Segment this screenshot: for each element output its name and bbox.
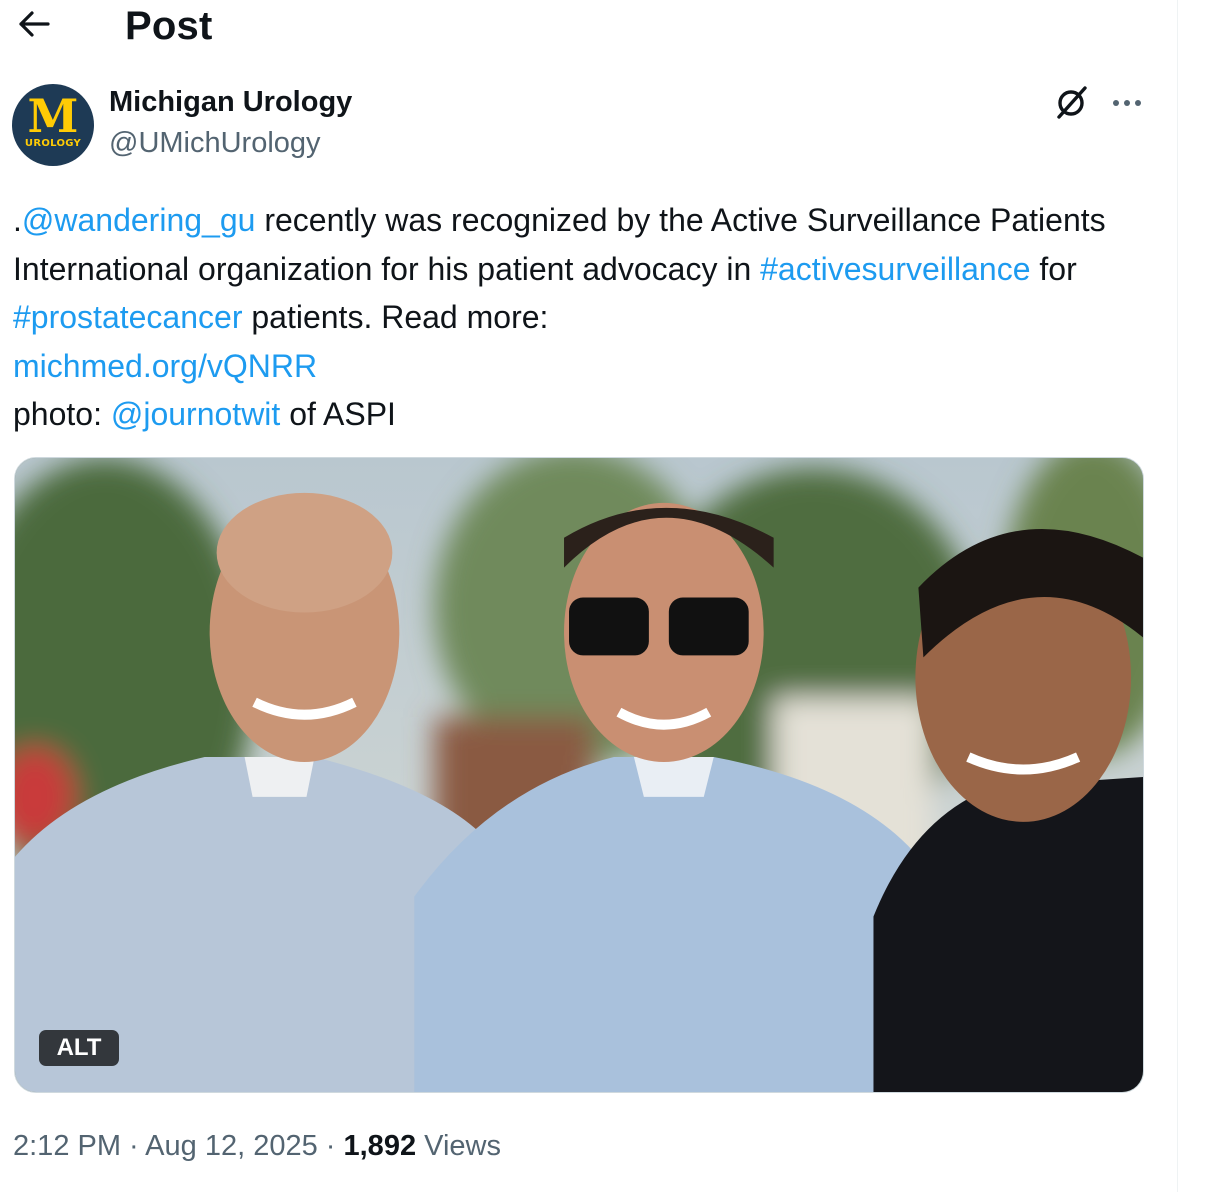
tweet-prefix: .	[13, 202, 22, 238]
tweet-text-segment: for	[1030, 250, 1077, 287]
photo-image	[15, 458, 1143, 1092]
back-button[interactable]	[12, 6, 56, 46]
grok-icon	[1054, 84, 1090, 125]
meta-separator: ·	[121, 1130, 146, 1162]
grok-button[interactable]	[1052, 84, 1092, 124]
tweet-text-segment: of ASPI	[280, 396, 396, 432]
alt-text-badge[interactable]: ALT	[39, 1030, 119, 1066]
mention-link[interactable]: @journotwit	[111, 396, 280, 432]
tweet-text-segment: photo:	[13, 396, 111, 432]
post-column: Post M UROLOGY Michigan Urology @UMichUr…	[0, 0, 1178, 1192]
page-header: Post	[0, 0, 1178, 56]
post-date[interactable]: Aug 12, 2025	[145, 1130, 318, 1162]
avatar-logo-letter: M	[27, 89, 79, 143]
avatar[interactable]: M UROLOGY	[12, 84, 94, 166]
views-count: 1,892	[343, 1130, 417, 1162]
more-button[interactable]	[1106, 84, 1148, 124]
views-label: Views	[416, 1130, 501, 1162]
tweet-text: .@wandering_gu recently was recognized b…	[13, 196, 1123, 439]
page-title: Post	[125, 4, 213, 48]
mention-link[interactable]: @wandering_gu	[22, 202, 256, 238]
hashtag-link[interactable]: #activesurveillance	[760, 251, 1030, 287]
hashtag-link[interactable]: #prostatecancer	[13, 299, 242, 335]
avatar-logo-text: UROLOGY	[24, 138, 82, 149]
tweet-photo[interactable]: ALT	[14, 457, 1144, 1093]
tweet-text-segment: patients. Read more:	[242, 299, 549, 335]
meta-separator: ·	[317, 1130, 344, 1162]
more-dots-icon	[1111, 95, 1143, 113]
author-handle[interactable]: @UMichUrology	[109, 127, 321, 160]
post-time[interactable]: 2:12 PM	[13, 1130, 121, 1162]
author-display-name[interactable]: Michigan Urology	[109, 86, 352, 119]
post-meta: 2:12 PM · Aug 12, 2025 · 1,892 Views	[13, 1130, 501, 1163]
external-link[interactable]: michmed.org/vQNRR	[13, 348, 317, 384]
arrow-left-icon	[17, 9, 51, 44]
